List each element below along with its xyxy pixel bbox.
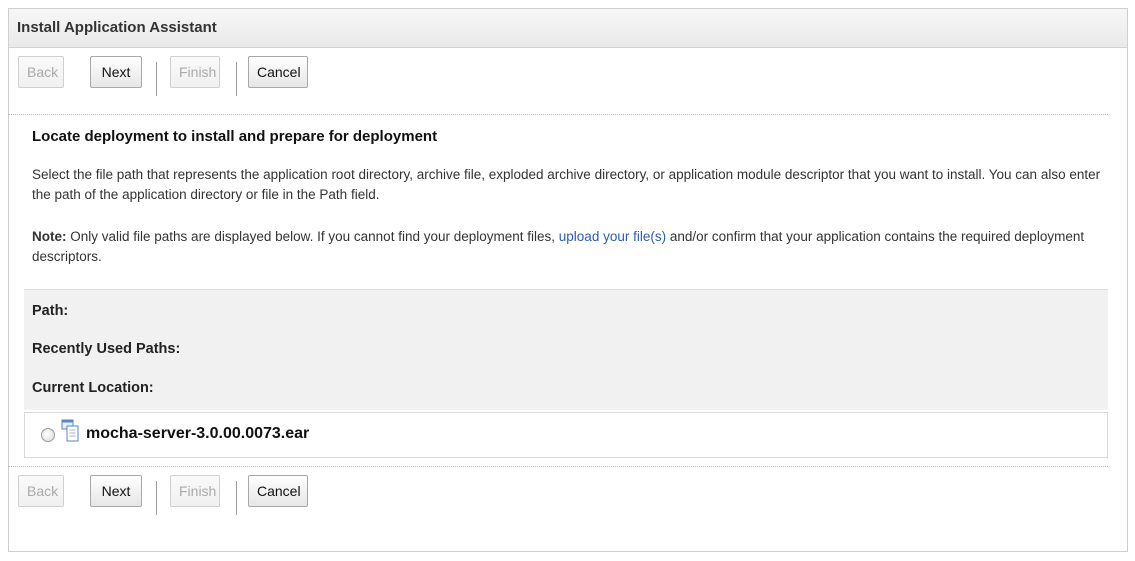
divider: [8, 114, 1108, 115]
toolbar-separator: [236, 481, 237, 515]
archive-file-icon: [61, 419, 79, 442]
toolbar-separator: [236, 62, 237, 96]
path-label: Path:: [32, 303, 69, 319]
note-text: Note: Only valid file paths are displaye…: [32, 227, 1102, 267]
cancel-button[interactable]: Cancel: [248, 56, 308, 88]
current-location-label: Current Location:: [32, 380, 154, 396]
divider: [8, 466, 1108, 467]
recently-used-paths-label: Recently Used Paths:: [32, 341, 181, 357]
section-title: Locate deployment to install and prepare…: [32, 128, 438, 145]
path-fields-area: Path: Recently Used Paths: Current Locat…: [24, 289, 1108, 410]
back-button[interactable]: Back: [18, 56, 64, 88]
back-button-bottom[interactable]: Back: [18, 475, 64, 507]
toolbar-separator: [156, 481, 157, 515]
finish-button-bottom[interactable]: Finish: [170, 475, 220, 507]
note-label: Note:: [32, 229, 67, 244]
file-select-radio[interactable]: [41, 428, 55, 442]
file-list-item[interactable]: mocha-server-3.0.00.0073.ear: [24, 412, 1108, 458]
file-name[interactable]: mocha-server-3.0.00.0073.ear: [86, 425, 309, 443]
panel-title: Install Application Assistant: [9, 9, 1127, 48]
upload-files-link[interactable]: upload your file(s): [559, 229, 666, 244]
next-button-bottom[interactable]: Next: [90, 475, 142, 507]
cancel-button-bottom[interactable]: Cancel: [248, 475, 308, 507]
next-button[interactable]: Next: [90, 56, 142, 88]
toolbar-top: Back Next Finish Cancel: [8, 56, 1108, 96]
description-text: Select the file path that represents the…: [32, 167, 1101, 202]
toolbar-separator: [156, 62, 157, 96]
note-text-before-link: Only valid file paths are displayed belo…: [66, 229, 559, 244]
toolbar-bottom: Back Next Finish Cancel: [8, 475, 1108, 515]
finish-button[interactable]: Finish: [170, 56, 220, 88]
